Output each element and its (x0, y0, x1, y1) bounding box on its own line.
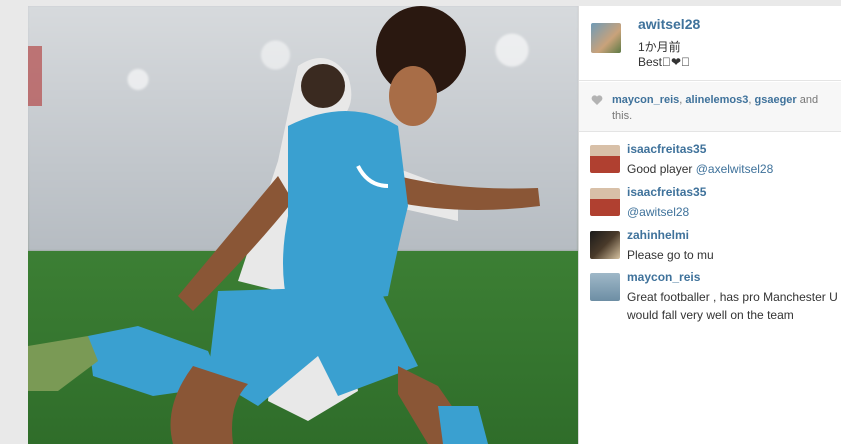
post-photo[interactable] (28, 6, 578, 444)
post-caption: Best󾓦❤󾓦 (638, 55, 691, 69)
comment-text: Please go to mu (627, 248, 714, 262)
comment-text: @awitsel28 (627, 203, 689, 221)
comment-text: Good player @axelwitsel28 (627, 160, 773, 178)
comment-mention-link[interactable]: @awitsel28 (627, 205, 689, 219)
owner-avatar[interactable] (591, 23, 621, 53)
heart-icon[interactable] (591, 94, 603, 106)
comment-text: Great footballer , has pro Manchester U … (627, 290, 838, 322)
owner-username-link[interactable]: awitsel28 (638, 16, 700, 32)
liker-link[interactable]: maycon_reis (612, 94, 679, 106)
comment-item: zahinhelmi Please go to mu (579, 228, 841, 268)
liker-link[interactable]: alinelemos3 (685, 94, 748, 106)
comment-mention-link[interactable]: @axelwitsel28 (696, 162, 774, 176)
likes-text: maycon_reis, alinelemos3, gsaeger and thi… (612, 92, 840, 124)
comment-username-link[interactable]: zahinhelmi (627, 228, 689, 242)
comment-item: maycon_reis Great footballer , has pro M… (579, 270, 841, 330)
post-details-panel: awitsel28 1か月前 Best󾓦❤󾓦 maycon_reis, alin… (578, 6, 841, 444)
likes-section: maycon_reis, alinelemos3, gsaeger and thi… (579, 82, 841, 132)
commenter-avatar[interactable] (590, 188, 620, 216)
commenter-avatar[interactable] (590, 145, 620, 173)
post-timestamp: 1か月前 (638, 40, 681, 54)
comment-item: isaacfreitas35 Good player @axelwitsel28 (579, 142, 841, 182)
post-owner-header: awitsel28 1か月前 Best󾓦❤󾓦 (579, 6, 841, 81)
football-players-illustration (28, 6, 540, 444)
likes-suffix: and (796, 94, 819, 106)
liker-link[interactable]: gsaeger (755, 94, 797, 106)
comment-item: isaacfreitas35 @awitsel28 (579, 185, 841, 225)
commenter-avatar[interactable] (590, 273, 620, 301)
comment-username-link[interactable]: isaacfreitas35 (627, 142, 706, 156)
comment-username-link[interactable]: isaacfreitas35 (627, 185, 706, 199)
likes-tail: this. (612, 110, 633, 122)
commenter-avatar[interactable] (590, 231, 620, 259)
comment-body: Good player (627, 162, 696, 176)
comment-username-link[interactable]: maycon_reis (627, 270, 700, 284)
